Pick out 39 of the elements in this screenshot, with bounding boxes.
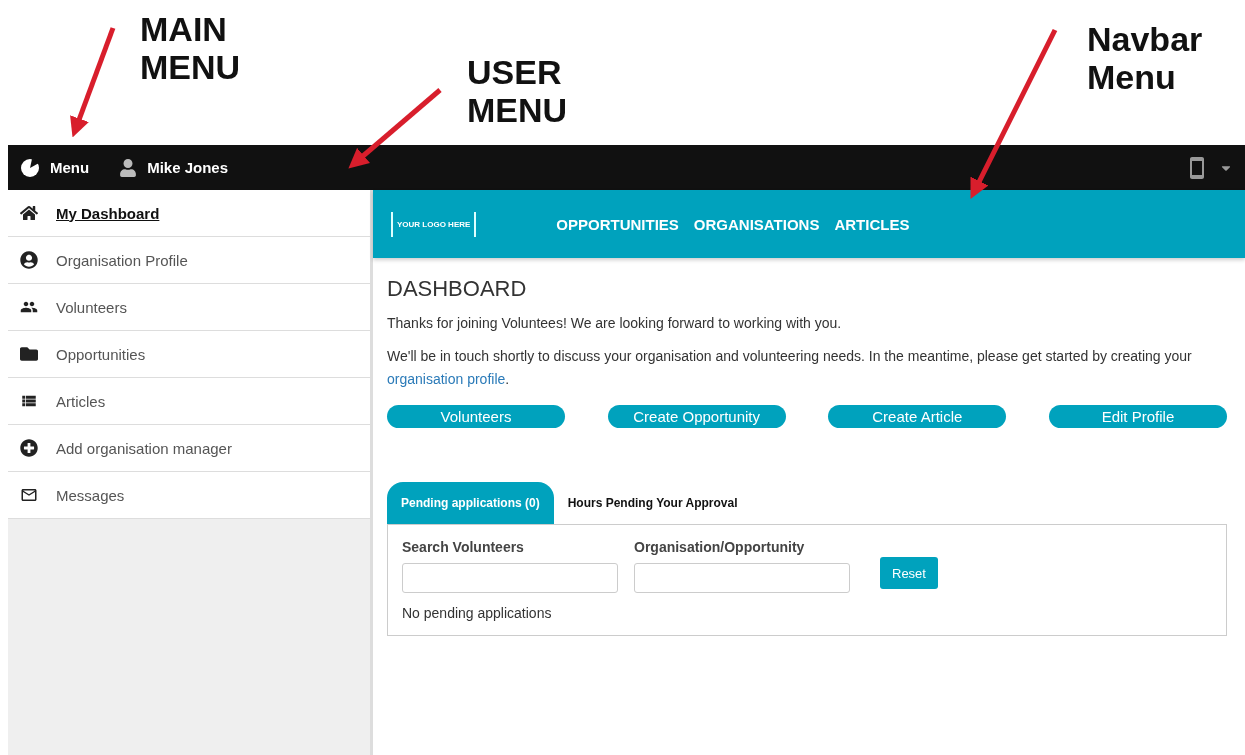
sidebar-item[interactable]: Messages bbox=[8, 472, 370, 519]
empty-message: No pending applications bbox=[402, 605, 553, 621]
input-field[interactable] bbox=[634, 563, 850, 593]
user-icon bbox=[119, 158, 138, 177]
annotation-label: MAIN MENU bbox=[140, 10, 241, 86]
logo-icon bbox=[20, 157, 40, 178]
plus-icon bbox=[20, 439, 38, 457]
page-title: DASHBOARD bbox=[387, 276, 528, 302]
sidebar-item[interactable]: Organisation Profile bbox=[8, 237, 370, 284]
home-icon bbox=[20, 204, 38, 222]
action-button[interactable]: Edit Profile bbox=[1048, 405, 1227, 428]
action-button[interactable]: Create Opportunity bbox=[607, 405, 786, 428]
action-button[interactable]: Create Article bbox=[828, 405, 1007, 428]
sidebar-item[interactable]: Volunteers bbox=[8, 284, 370, 331]
nav-link[interactable]: OPPORTUNITIES bbox=[556, 215, 679, 233]
nav-link[interactable]: ARTICLES bbox=[834, 215, 910, 233]
account-icon bbox=[20, 251, 38, 269]
info-text: We'll be in touch shortly to discuss your organisation and volunteering needs. In the meantime, please get started by creating your organisation profile. bbox=[387, 347, 1193, 389]
tab[interactable]: Pending applications (0) bbox=[387, 482, 554, 524]
reset-button[interactable]: Reset bbox=[880, 557, 938, 589]
welcome-text: Thanks for joining Voluntees! We are looking forward to working with you. bbox=[387, 314, 843, 333]
annotation-label: USER MENU bbox=[467, 53, 568, 129]
logo-placeholder[interactable]: YOUR LOGO HERE bbox=[391, 211, 477, 237]
sidebar-item[interactable]: Articles bbox=[8, 378, 370, 425]
input-field[interactable] bbox=[402, 563, 618, 593]
menu-label[interactable]: Menu bbox=[50, 159, 90, 176]
nav-link[interactable]: ORGANISATIONS bbox=[693, 215, 820, 233]
sidebar-item[interactable]: Add organisation manager bbox=[8, 425, 370, 472]
user-name[interactable]: Mike Jones bbox=[147, 159, 229, 176]
action-button[interactable]: Volunteers bbox=[387, 405, 565, 428]
annotation-label: Navbar Menu bbox=[1087, 20, 1203, 96]
mail-icon bbox=[20, 486, 38, 504]
sidebar-item[interactable]: Opportunities bbox=[8, 331, 370, 378]
profile-link[interactable]: organisation profile bbox=[387, 371, 506, 387]
sidebar-item[interactable]: My Dashboard bbox=[8, 190, 370, 237]
field-label: Search Volunteers bbox=[402, 539, 525, 555]
field-label: Organisation/Opportunity bbox=[634, 539, 806, 555]
folder-icon bbox=[20, 345, 38, 363]
tab[interactable]: Hours Pending Your Approval bbox=[553, 482, 752, 524]
